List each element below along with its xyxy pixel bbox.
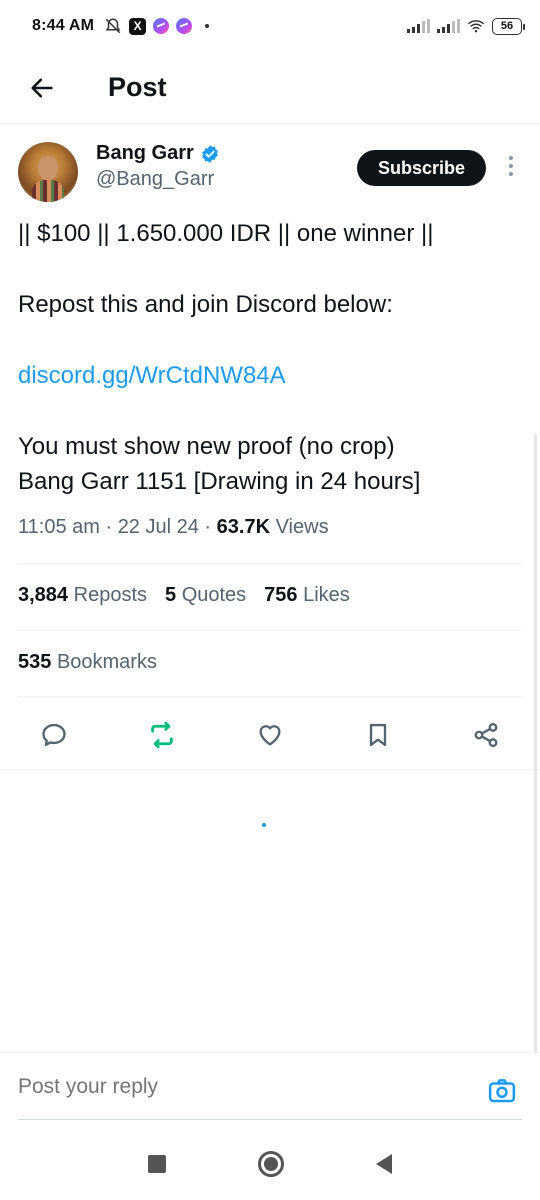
reply-input[interactable] [18,1075,458,1099]
more-notifications-icon [205,24,210,28]
post-line-2: Repost this and join Discord below: [18,291,393,318]
reply-button[interactable] [38,719,70,751]
likes-stat[interactable]: 756 Likes [264,584,350,607]
views-label: Views [275,516,329,538]
system-nav-bar [0,1128,540,1200]
top-app-bar: Post [0,52,540,124]
author-names: Bang Garr @Bang_Garr [96,142,220,191]
like-button[interactable] [254,719,286,751]
quotes-stat[interactable]: 5 Quotes [165,584,246,607]
page-title: Post [108,72,167,102]
post-author: Bang Garr @Bang_Garr Subscribe [18,142,522,204]
divider [0,769,540,770]
signal-icon-2 [437,19,460,33]
notification-icons: X [104,17,210,35]
recents-button[interactable] [148,1155,166,1173]
system-icons: 56 [407,17,525,35]
reply-bar [0,1052,540,1128]
share-icon [474,722,498,748]
subscribe-button[interactable]: Subscribe [356,150,486,186]
signal-icon [407,19,430,33]
more-icon [509,156,513,160]
reposts-stat[interactable]: 3,884 Reposts [18,584,147,607]
post-text: || $100 || 1.650.000 IDR || one winner |… [18,216,522,499]
bell-muted-icon [104,17,122,35]
discord-link[interactable]: discord.gg/WrCtdNW84A [18,358,522,393]
bookmark-button[interactable] [362,719,394,751]
post-line-1: || $100 || 1.650.000 IDR || one winner |… [18,220,434,247]
bookmarks-stat[interactable]: 535 Bookmarks [18,651,157,674]
status-time: 8:44 AM [32,17,95,34]
more-options-button[interactable] [500,156,522,176]
wifi-icon [467,17,485,35]
post-line-4: Bang Garr 1151 [Drawing in 24 hours] [18,468,421,495]
messenger-icon [153,18,170,34]
repost-icon [151,721,173,749]
back-arrow-icon [31,78,53,97]
post-meta: 11:05 am · 22 Jul 24 · 63.7K Views [18,516,329,538]
avatar[interactable] [18,142,78,202]
author-handle[interactable]: @Bang_Garr [96,168,220,191]
engagement-stats: 3,884 Reposts 5 Quotes 756 Likes [18,584,350,607]
status-bar: 8:44 AM X 56 [0,0,540,52]
bookmark-icon [369,723,387,747]
back-button[interactable] [22,68,62,108]
camera-button[interactable] [486,1075,518,1107]
verified-badge-icon [201,144,218,163]
post-actions [38,714,502,756]
share-button[interactable] [470,719,502,751]
x-app-icon: X [129,17,147,35]
battery-indicator: 56 [492,17,525,35]
divider [18,630,522,631]
home-button[interactable] [258,1151,284,1177]
views-count: 63.7K [216,516,271,538]
messenger-icon-2 [176,18,193,34]
post-line-3: You must show new proof (no crop) [18,433,395,460]
repost-button[interactable] [146,719,178,751]
like-icon [259,725,281,746]
divider [18,696,522,697]
reply-icon [42,723,66,747]
post-date[interactable]: 22 Jul 24 [118,516,199,538]
divider [18,563,522,564]
loading-indicator [262,823,266,827]
post-time[interactable]: 11:05 am [18,516,100,538]
system-back-button[interactable] [376,1154,392,1174]
author-name[interactable]: Bang Garr [96,142,194,165]
scrollbar[interactable] [534,434,537,1054]
camera-icon [488,1079,516,1103]
